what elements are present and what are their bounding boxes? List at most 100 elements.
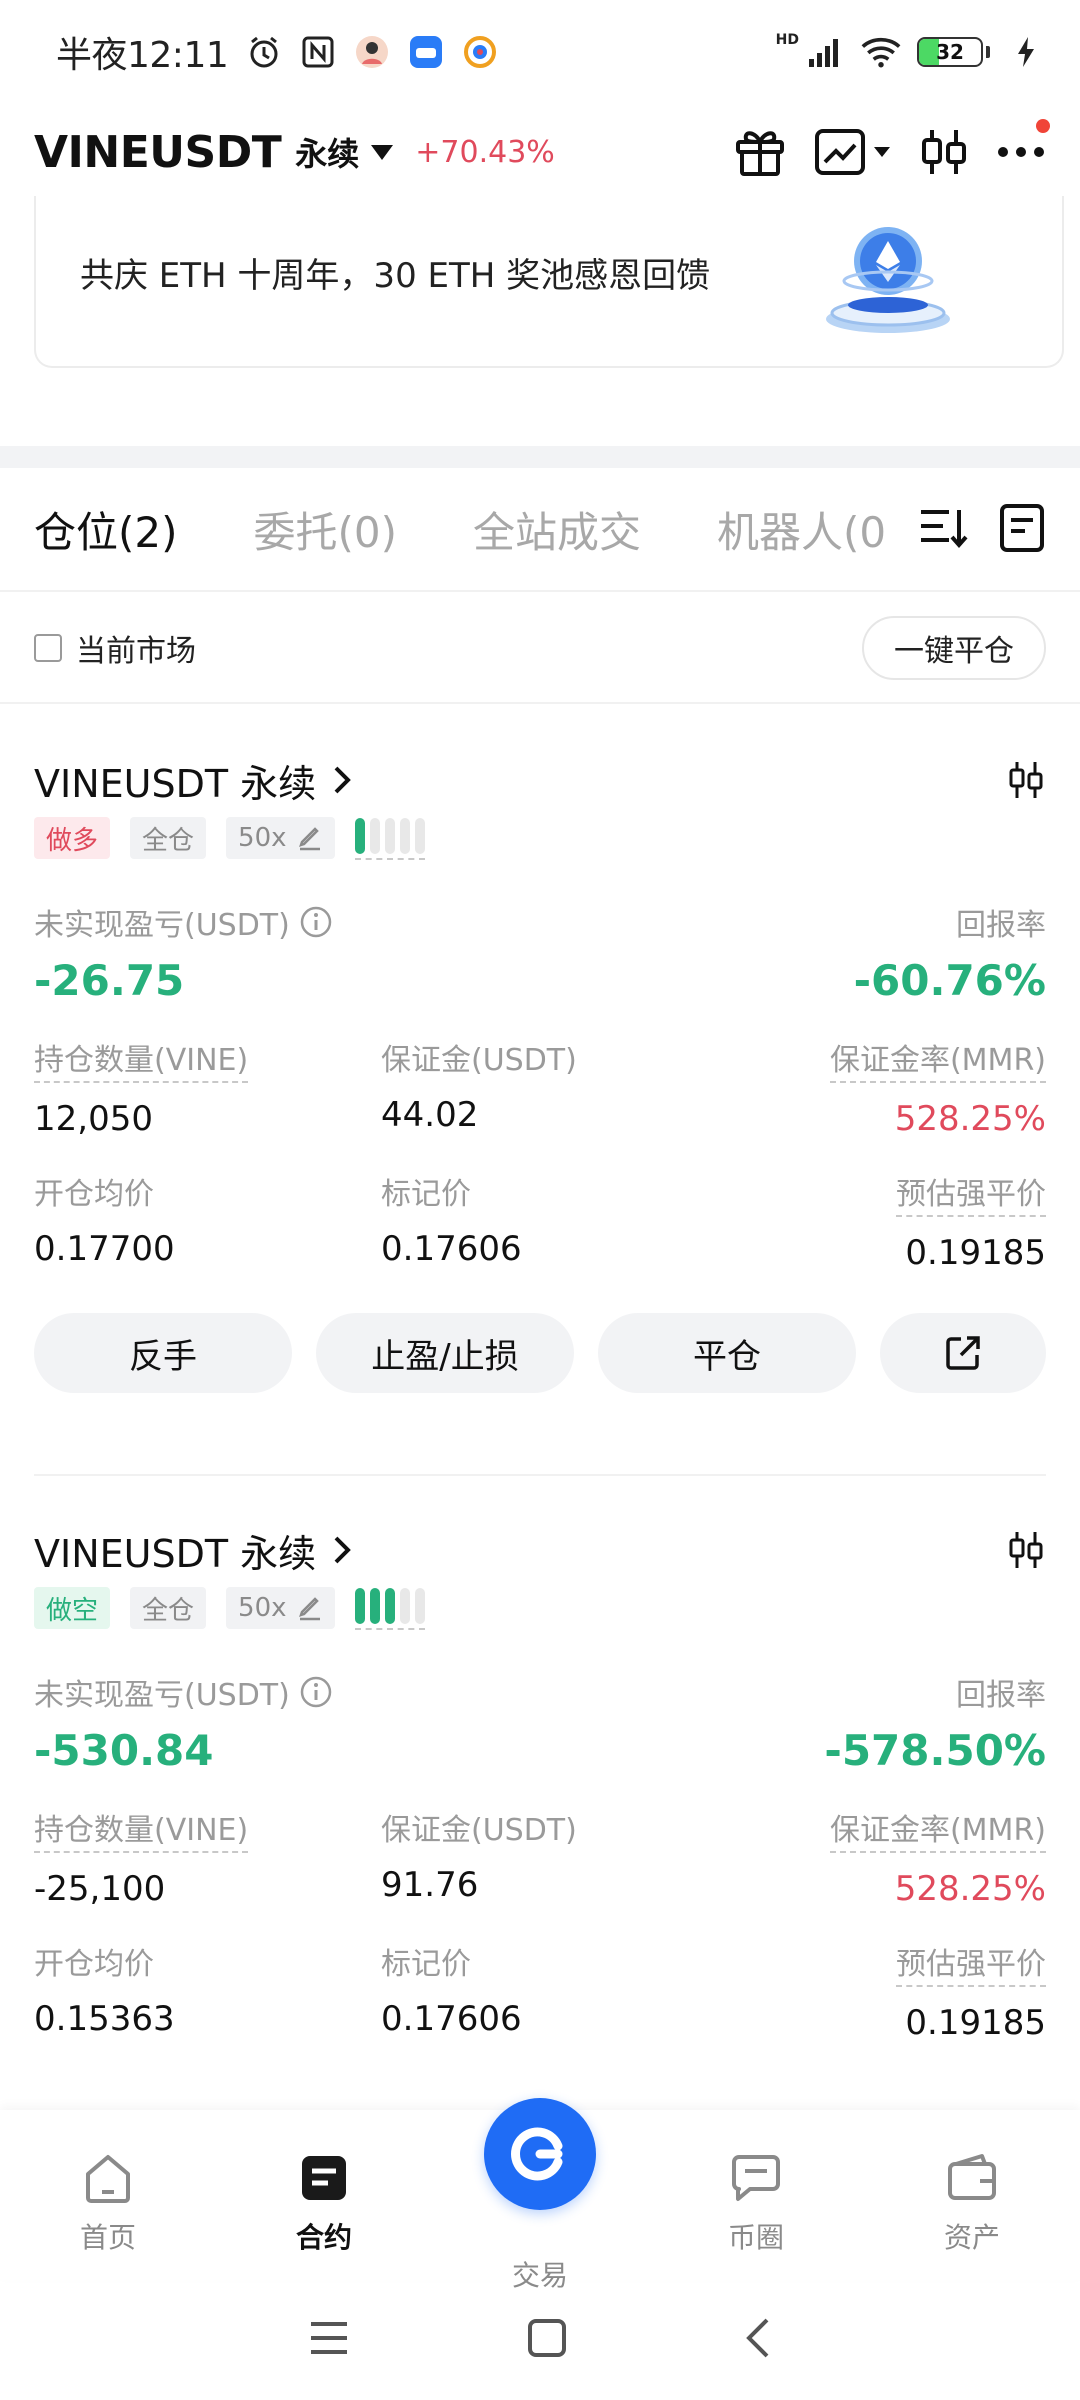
market-header: VINEUSDT 永续 +70.43% [0,104,1080,200]
info-icon[interactable] [300,906,332,938]
position-size-label[interactable]: 持仓数量(VINE) [34,1035,249,1083]
sort-icon[interactable] [918,506,968,554]
liquidation-price-value: 0.19185 [905,1233,1046,1273]
nav-contract[interactable]: 合约 [216,2110,432,2280]
risk-level-meter [354,1586,425,1630]
price-change: +70.43% [415,134,555,170]
nav-assets[interactable]: 资产 [864,2110,1080,2280]
more-icon[interactable] [996,117,1050,187]
tab-bots[interactable]: 机器人(0 [717,499,886,560]
candlestick-icon[interactable] [1006,760,1046,800]
symbol-selector[interactable]: VINEUSDT [34,127,282,178]
entry-price-label: 开仓均价 [34,1177,154,1212]
home-icon [86,2155,130,2203]
candlestick-icon[interactable] [918,117,970,187]
eth-trophy-icon [818,219,958,343]
position-size-label[interactable]: 持仓数量(VINE) [34,1805,249,1853]
status-bar: 半夜12:11 HD 32 [0,0,1080,104]
nfc-icon [298,32,338,72]
avatar-notification-icon [352,32,392,72]
entry-price-value: 0.17700 [34,1229,175,1269]
promo-banner[interactable]: 共庆 ETH 十周年，30 ETH 奖池感恩回馈 [34,196,1064,368]
trade-icon [511,2127,563,2181]
roe-label: 回报率 [956,908,1046,943]
back-icon[interactable] [743,2316,773,2364]
position-card: VINEUSDT 永续 做多 全仓 50x 未实现盈亏(USDT) 回报率 -2… [0,750,1080,1393]
battery-indicator: 32 [917,37,990,67]
bottom-navigation: 首页 合约 交易 币圈 资产 [0,2098,1080,2292]
gift-icon[interactable] [732,117,788,187]
margin-label: 保证金(USDT) [381,1043,577,1078]
side-badge: 做空 [34,1587,111,1629]
mark-price-value: 0.17606 [381,1229,522,1269]
tab-trades[interactable]: 全站成交 [473,499,641,560]
close-all-button[interactable]: 一键平仓 [862,616,1046,680]
position-size-value: 12,050 [34,1099,153,1139]
unrealized-pnl-value: -530.84 [34,1726,214,1775]
nav-community[interactable]: 币圈 [648,2110,864,2280]
orders-record-icon[interactable] [998,503,1046,557]
info-icon[interactable] [300,1676,332,1708]
home-square-icon[interactable] [526,2317,568,2363]
margin-mode-badge: 全仓 [130,1587,207,1629]
leverage-value: 50x [238,823,287,853]
signal-icon [805,32,845,72]
contract-type-label[interactable]: 永续 [295,129,359,175]
leverage-badge[interactable]: 50x [226,817,335,859]
system-navigation-bar [0,2280,1080,2400]
margin-value: 91.76 [381,1865,479,1905]
positions-tabs: 仓位(2) 委托(0) 全站成交 机器人(0 [0,468,1080,592]
position-title[interactable]: VINEUSDT 永续 [34,1523,316,1578]
edit-icon[interactable] [297,1595,323,1621]
close-position-button[interactable]: 平仓 [598,1313,856,1393]
leverage-badge[interactable]: 50x [226,1587,335,1629]
status-notification-icons [244,32,500,72]
nav-trade[interactable]: 交易 [432,2098,648,2292]
chevron-right-icon[interactable] [332,1534,354,1566]
unrealized-pnl-label: 未实现盈亏(USDT) [34,1670,332,1714]
card-divider [34,1474,1046,1476]
reverse-button[interactable]: 反手 [34,1313,292,1393]
tp-sl-button[interactable]: 止盈/止损 [316,1313,574,1393]
network-type: HD [775,32,799,48]
trade-button[interactable] [484,2098,596,2210]
liquidation-price-value: 0.19185 [905,2003,1046,2043]
unrealized-pnl-label: 未实现盈亏(USDT) [34,900,332,944]
position-title[interactable]: VINEUSDT 永续 [34,753,316,808]
mmr-label[interactable]: 保证金率(MMR) [829,1805,1046,1853]
candlestick-icon[interactable] [1006,1530,1046,1570]
margin-label: 保证金(USDT) [381,1813,577,1848]
menu-icon[interactable] [307,2318,351,2362]
caret-down-icon[interactable] [369,142,395,162]
roe-value: -578.50% [824,1726,1046,1775]
position-size-value: -25,100 [34,1869,166,1909]
current-market-label[interactable]: 当前市场 [76,626,196,670]
mmr-label[interactable]: 保证金率(MMR) [829,1035,1046,1083]
mmr-value: 528.25% [894,1099,1046,1139]
risk-level-meter [354,816,425,860]
nav-home[interactable]: 首页 [0,2110,216,2280]
mmr-value: 528.25% [894,1869,1046,1909]
status-time: 半夜12:11 [56,35,229,76]
chevron-right-icon[interactable] [332,764,354,796]
entry-price-label: 开仓均价 [34,1947,154,1982]
liquidation-price-label[interactable]: 预估强平价 [896,1939,1046,1987]
charging-icon [1006,32,1046,72]
alarm-icon [244,32,284,72]
tab-orders[interactable]: 委托(0) [254,499,398,560]
share-button[interactable] [880,1313,1046,1393]
edit-icon[interactable] [297,825,323,851]
current-market-checkbox[interactable] [34,634,62,662]
roe-value: -60.76% [853,956,1046,1005]
wallet-icon [948,2154,996,2200]
chart-icon[interactable] [814,117,892,187]
nav-label: 合约 [295,2221,352,2254]
app-notification-icon [406,32,446,72]
roe-label: 回报率 [956,1678,1046,1713]
wifi-icon [861,32,901,72]
section-separator [0,446,1080,468]
side-badge: 做多 [34,817,111,859]
tab-positions[interactable]: 仓位(2) [34,499,178,560]
liquidation-price-label[interactable]: 预估强平价 [896,1169,1046,1217]
entry-price-value: 0.15363 [34,1999,175,2039]
